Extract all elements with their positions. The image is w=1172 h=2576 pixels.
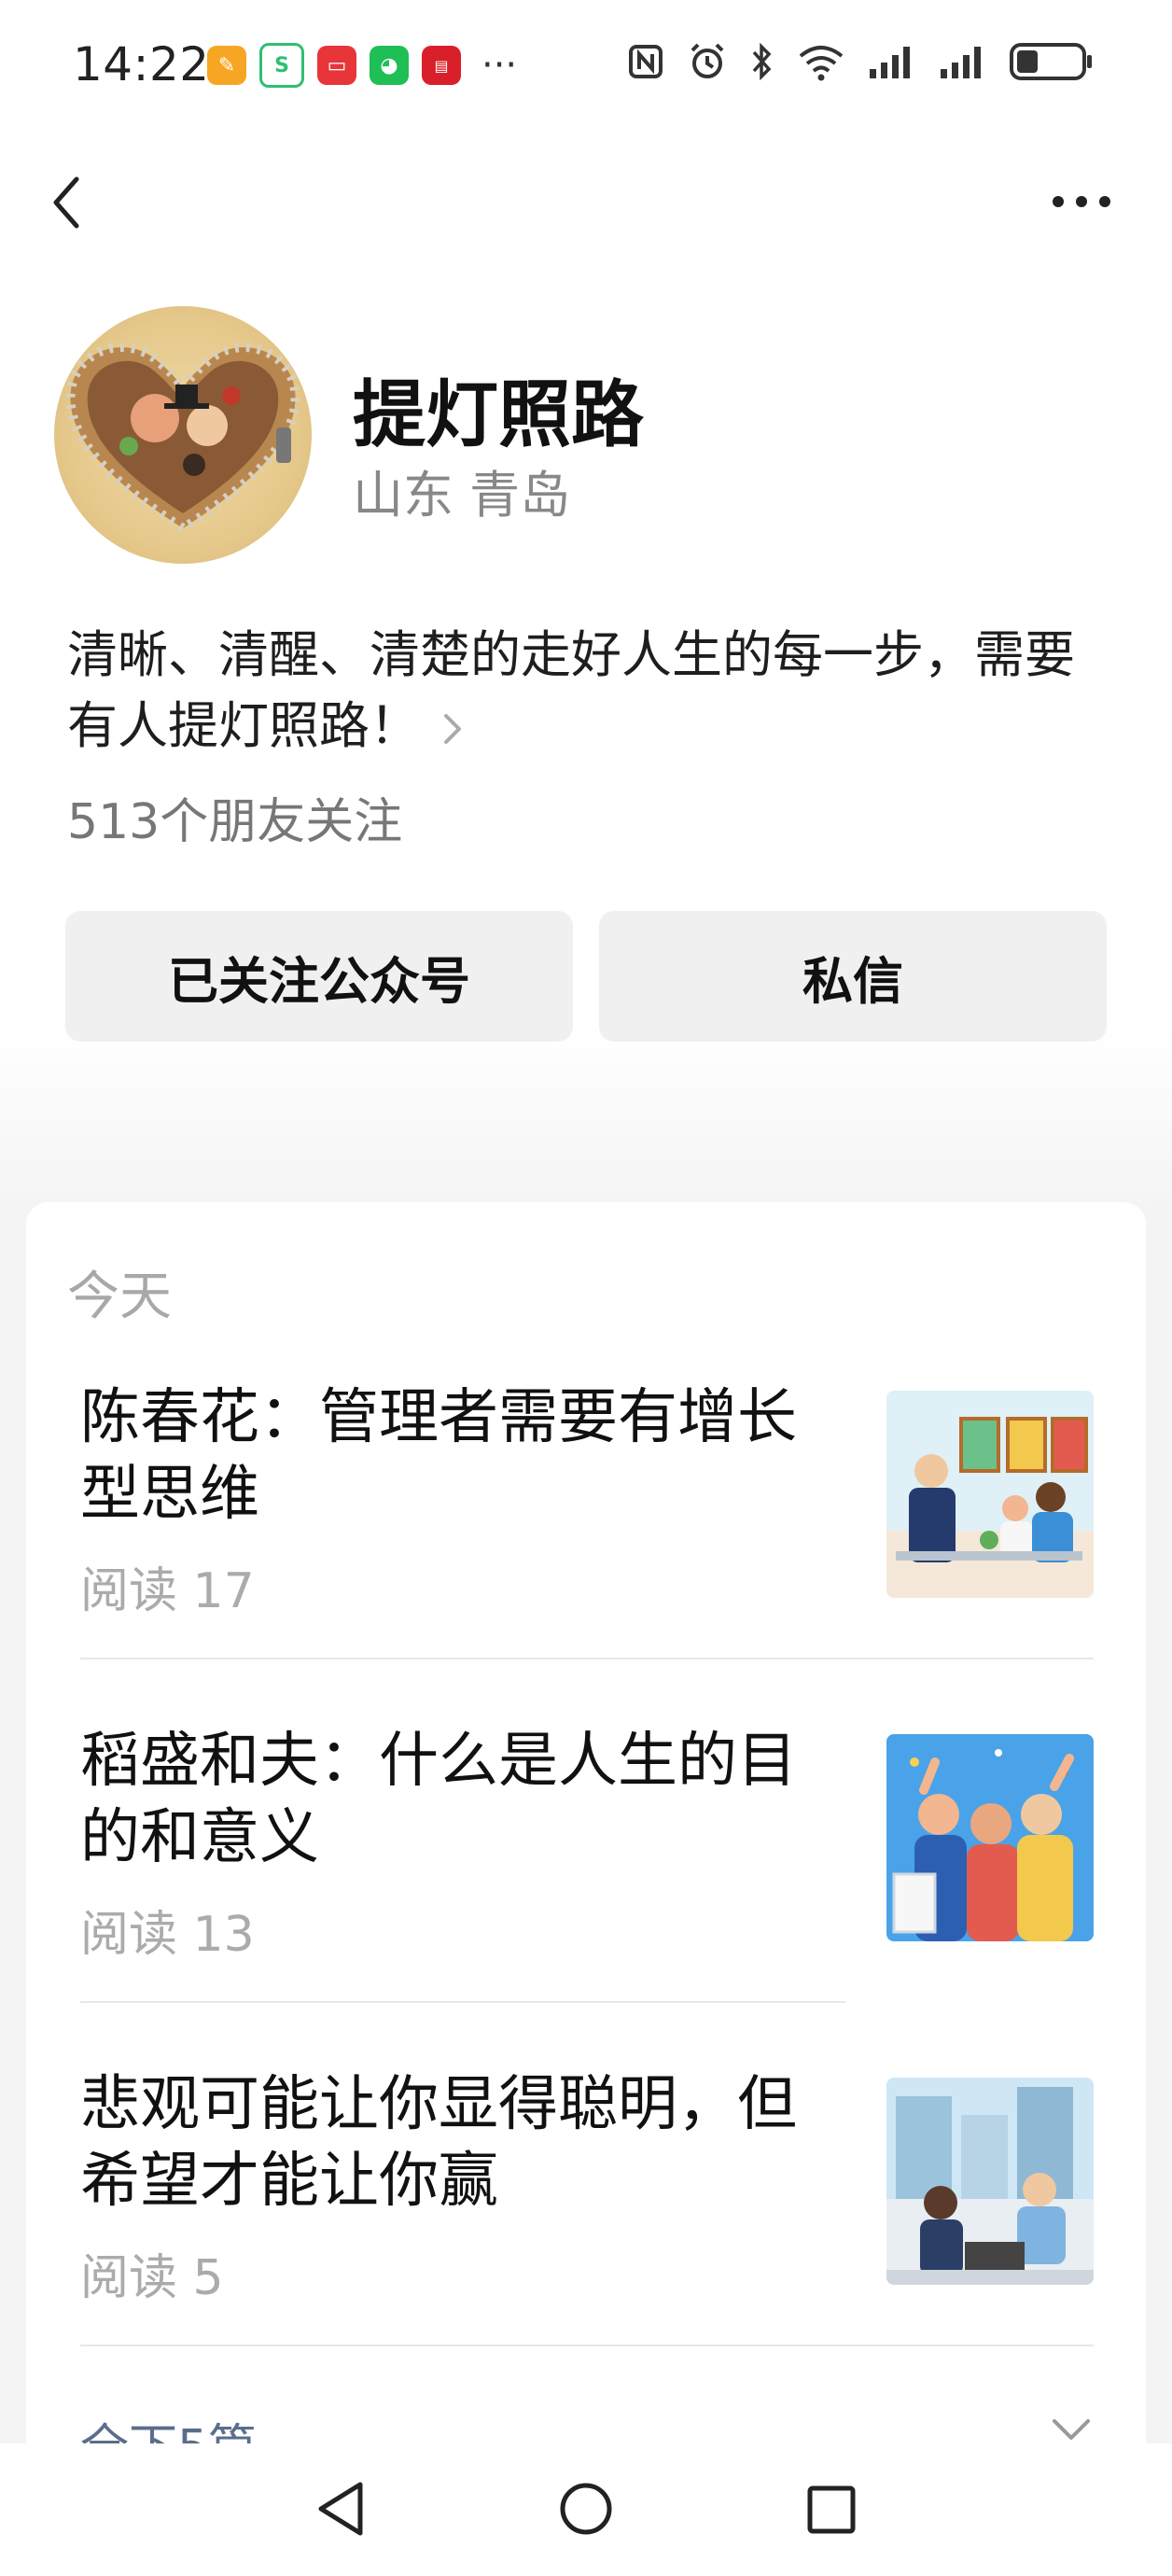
article-title: 陈春花：管理者需要有增长型思维 bbox=[80, 1383, 797, 1529]
chevron-left-icon bbox=[53, 176, 79, 229]
nav-recent-apps-button[interactable] bbox=[806, 2485, 857, 2539]
chevron-right-icon bbox=[442, 693, 463, 764]
notification-app-icons: ✎ S ▭ ◕ ▤ ··· bbox=[207, 43, 517, 88]
bluetooth-icon bbox=[752, 42, 772, 81]
wifi-icon bbox=[799, 46, 844, 81]
more-notifications-icon: ··· bbox=[481, 44, 518, 87]
battery-icon bbox=[1010, 43, 1092, 80]
more-dots-icon bbox=[1053, 196, 1110, 207]
red-app-icon: ▭ bbox=[317, 46, 356, 85]
triangle-back-icon bbox=[318, 2482, 363, 2536]
account-description[interactable]: 清晰、清醒、清楚的走好人生的每一步，需要有人提灯照路！ bbox=[67, 620, 1122, 764]
article-read-count: 阅读 17 bbox=[80, 1563, 255, 1619]
account-name: 提灯照路 bbox=[353, 373, 645, 457]
nav-back-button[interactable] bbox=[314, 2479, 370, 2542]
article-divider bbox=[80, 1658, 1094, 1659]
status-bar: 14:22 ✎ S ▭ ◕ ▤ ··· bbox=[0, 0, 1172, 131]
followed-account-button[interactable]: 已关注公众号 bbox=[65, 911, 573, 1042]
date-label: 今天 bbox=[67, 1267, 172, 1327]
article-divider bbox=[80, 2345, 1094, 2346]
orange-app-icon: ✎ bbox=[207, 46, 246, 85]
article-title: 稻盛和夫：什么是人生的目的和意义 bbox=[80, 1727, 797, 1872]
circle-home-icon bbox=[560, 2483, 612, 2535]
article-item[interactable]: 陈春花：管理者需要有增长型思维 阅读 17 bbox=[80, 1379, 1094, 1619]
article-read-count: 阅读 5 bbox=[80, 2250, 224, 2306]
private-message-button[interactable]: 私信 bbox=[599, 911, 1107, 1042]
article-thumbnail bbox=[886, 2078, 1094, 2285]
article-read-count: 阅读 13 bbox=[80, 1907, 255, 1963]
article-thumbnail bbox=[886, 1734, 1094, 1941]
green-swirl-app-icon: S bbox=[259, 43, 304, 88]
article-item[interactable]: 悲观可能让你显得聪明，但希望才能让你赢 阅读 5 bbox=[80, 2066, 1094, 2306]
signal-icon-1 bbox=[870, 47, 910, 78]
description-text: 清晰、清醒、清楚的走好人生的每一步，需要有人提灯照路！ bbox=[67, 625, 1075, 755]
background-fade bbox=[0, 1027, 1172, 1213]
avatar[interactable] bbox=[54, 306, 312, 564]
article-item[interactable]: 稻盛和夫：什么是人生的目的和意义 阅读 13 bbox=[80, 1723, 1094, 1963]
status-time: 14:22 bbox=[73, 37, 210, 91]
article-divider bbox=[80, 2001, 845, 2003]
square-recent-icon bbox=[807, 2485, 856, 2534]
friends-following-count[interactable]: 513个朋友关注 bbox=[67, 782, 402, 852]
article-thumbnail bbox=[886, 1391, 1094, 1598]
account-location: 山东 青岛 bbox=[353, 466, 571, 525]
heart-compact-image bbox=[65, 343, 300, 534]
back-button[interactable] bbox=[45, 170, 91, 235]
wechat-icon: ◕ bbox=[370, 46, 409, 85]
article-title: 悲观可能让你显得聪明，但希望才能让你赢 bbox=[80, 2070, 797, 2216]
alarm-icon bbox=[691, 43, 724, 78]
nav-home-button[interactable] bbox=[558, 2479, 614, 2542]
system-icons bbox=[627, 41, 1094, 82]
red-badge-app-icon: ▤ bbox=[422, 46, 461, 85]
more-options-button[interactable] bbox=[1049, 183, 1114, 220]
signal-icon-2 bbox=[941, 47, 981, 78]
nfc-icon bbox=[629, 45, 663, 78]
